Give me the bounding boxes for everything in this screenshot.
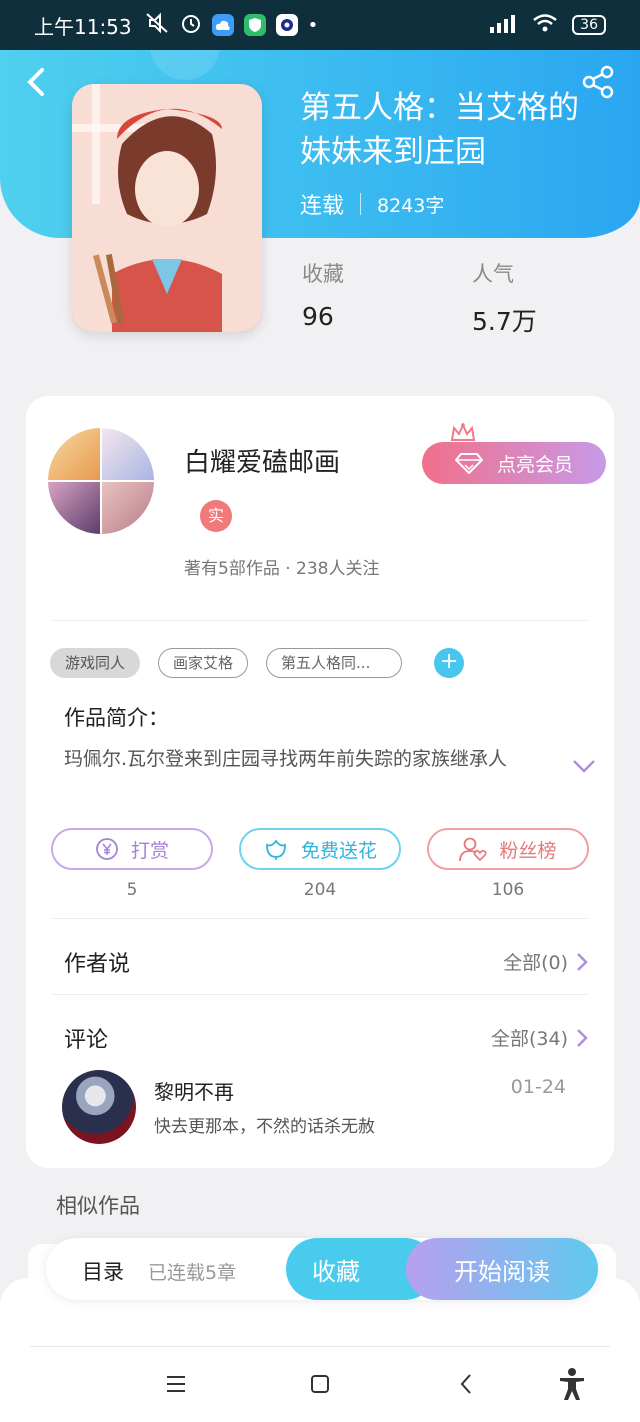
word-count: 8243字 — [377, 194, 445, 217]
expand-intro-button[interactable] — [572, 758, 596, 777]
detail-card: 白耀爱磕邮画 实 著有5部作品 · 238人关注 点亮会员 游戏同人 画家艾格 … — [26, 396, 614, 1168]
wifi-icon — [532, 13, 558, 38]
accessibility-icon — [560, 1368, 584, 1400]
stat-value: 96 — [302, 302, 334, 331]
user-heart-icon — [459, 837, 488, 862]
fan-count: 106 — [491, 880, 525, 900]
book-meta: 连载 8243字 — [300, 188, 444, 220]
send-flower-button[interactable]: 免费送花 — [239, 828, 401, 870]
tag[interactable]: 画家艾格 — [158, 648, 249, 678]
flower-count: 204 — [303, 880, 337, 900]
back-button[interactable] — [22, 62, 54, 106]
author-stats: 著有5部作品 · 238人关注 — [184, 559, 380, 579]
shield-app-icon — [243, 14, 266, 36]
start-reading-button[interactable]: 开始阅读 — [406, 1238, 598, 1300]
divider — [52, 994, 588, 995]
stat-popularity: 人气 5.7万 — [472, 258, 537, 338]
chevron-right-icon — [577, 952, 588, 971]
alarm-icon — [180, 12, 202, 39]
fan-ranking-button[interactable]: 粉丝榜 — [427, 828, 589, 870]
comment-text[interactable]: 快去更那本，不然的话杀无赦 — [154, 1112, 375, 1137]
home-nav-button[interactable] — [300, 1368, 340, 1400]
tip-button[interactable]: 打赏 — [51, 828, 213, 870]
chevron-left-icon — [460, 1374, 471, 1394]
flower-icon — [266, 839, 286, 860]
browser-app-icon — [275, 14, 298, 36]
vip-button[interactable]: 点亮会员 — [422, 442, 606, 484]
chevron-right-icon — [577, 1028, 588, 1047]
comment-date: 01-24 — [510, 1076, 566, 1098]
verified-badge: 实 — [200, 500, 232, 532]
nav-divider — [30, 1346, 610, 1347]
yen-coin-icon — [96, 838, 118, 860]
mute-icon — [144, 12, 170, 39]
book-title: 第五人格：当艾格的妹妹来到庄园 — [300, 90, 579, 170]
stat-label: 收藏 — [302, 262, 344, 286]
menu-icon — [167, 1376, 185, 1392]
dot-icon: • — [307, 14, 319, 36]
author-says-title: 作者说 — [64, 952, 131, 977]
author-says-all-label: 全部(0) — [503, 952, 568, 974]
commenter-name[interactable]: 黎明不再 — [154, 1076, 234, 1105]
add-tag-button[interactable]: + — [434, 648, 465, 678]
author-says-all-link[interactable]: 全部(0) — [503, 948, 588, 975]
intro-text: 玛佩尔.瓦尔登来到庄园寻找两年前失踪的家族继承人 — [64, 748, 508, 770]
tip-count: 5 — [126, 880, 138, 900]
fan-ranking-label: 粉丝榜 — [499, 839, 557, 862]
commenter-avatar[interactable] — [62, 1070, 136, 1144]
comments-all-link[interactable]: 全部(34) — [491, 1024, 588, 1051]
comments-title: 评论 — [64, 1028, 109, 1053]
stat-value: 5.7万 — [472, 307, 537, 336]
intro-title: 作品简介： — [64, 706, 169, 730]
stat-favorites: 收藏 96 — [302, 258, 344, 331]
start-reading-label: 开始阅读 — [454, 1257, 550, 1286]
diamond-icon — [454, 453, 483, 474]
accessibility-button[interactable] — [552, 1368, 592, 1400]
similar-works-title: 相似作品 — [56, 1194, 140, 1218]
divider — [52, 620, 588, 621]
author-avatar[interactable] — [48, 428, 154, 534]
bottom-action-bar: 目录 已连载5章 收藏 开始阅读 — [46, 1238, 598, 1300]
tip-label: 打赏 — [130, 839, 169, 862]
table-of-contents-button[interactable]: 目录 — [82, 1256, 124, 1286]
meta-separator — [360, 193, 362, 215]
status-bar: 上午11:53 • 36 — [0, 0, 640, 50]
chapter-count: 已连载5章 — [148, 1262, 237, 1284]
tag[interactable]: 游戏同人 — [50, 648, 141, 678]
tag[interactable]: 第五人格同... — [266, 648, 403, 678]
book-cover[interactable] — [72, 84, 262, 332]
cloud-app-icon — [211, 14, 234, 36]
tag-list: 游戏同人 画家艾格 第五人格同... + — [50, 648, 465, 678]
battery-indicator: 36 — [572, 15, 606, 35]
menu-nav-button[interactable] — [156, 1368, 196, 1400]
square-icon — [311, 1375, 329, 1393]
status-time: 上午11:53 — [34, 14, 132, 39]
author-name[interactable]: 白耀爱磕邮画 — [184, 442, 340, 479]
comments-all-label: 全部(34) — [490, 1028, 568, 1050]
divider — [52, 918, 588, 919]
chevron-down-icon — [573, 760, 595, 773]
send-flower-label: 免费送花 — [300, 839, 377, 862]
favorite-label: 收藏 — [312, 1257, 360, 1286]
stat-label: 人气 — [472, 262, 514, 286]
signal-icon — [488, 13, 518, 38]
book-status: 连载 — [300, 194, 345, 219]
vip-label: 点亮会员 — [496, 453, 573, 476]
back-nav-button[interactable] — [446, 1368, 486, 1400]
chevron-left-icon — [27, 68, 44, 96]
